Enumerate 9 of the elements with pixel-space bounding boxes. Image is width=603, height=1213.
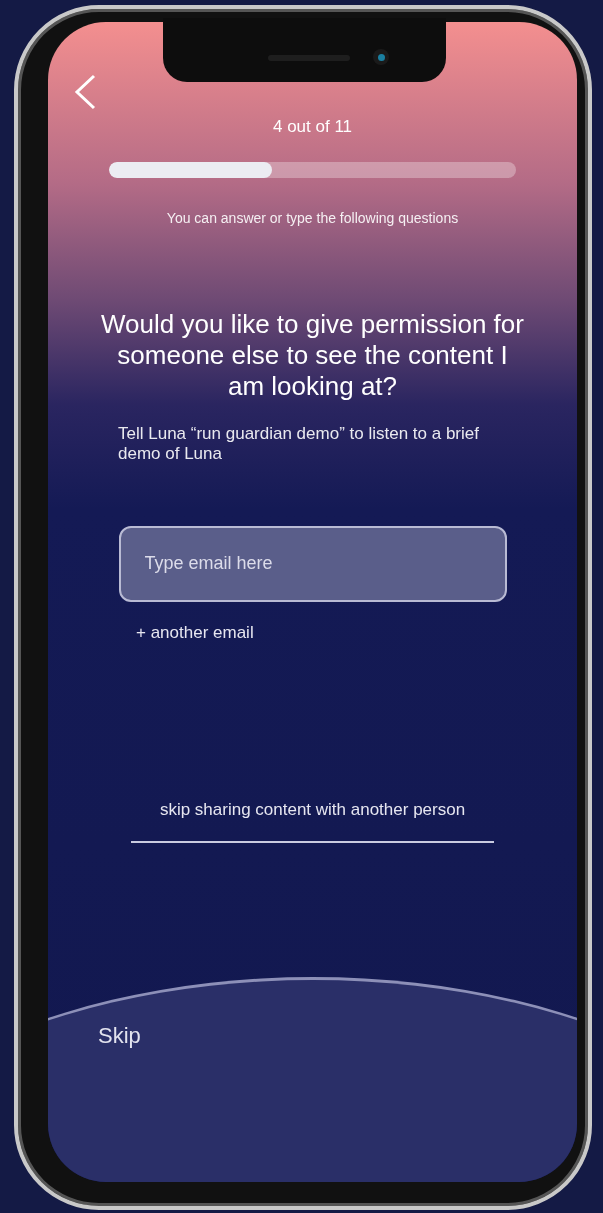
email-input-field[interactable]: Type email here	[118, 525, 507, 602]
instruction-text: You can answer or type the following questions	[166, 208, 459, 228]
skip-button[interactable]: Skip	[98, 1018, 141, 1052]
hint-text: Tell Luna “run guardian demo” to listen to a brief demo of Luna	[118, 423, 480, 464]
progress-label: 4 out of 11	[272, 116, 353, 138]
back-icon[interactable]	[74, 74, 96, 110]
question-heading: Would you like to give permission for someone else to see the content I am looking at?	[100, 308, 525, 402]
add-email-link[interactable]: + another email	[136, 619, 254, 645]
skip-sharing-link[interactable]: skip sharing content with another person	[159, 797, 466, 823]
